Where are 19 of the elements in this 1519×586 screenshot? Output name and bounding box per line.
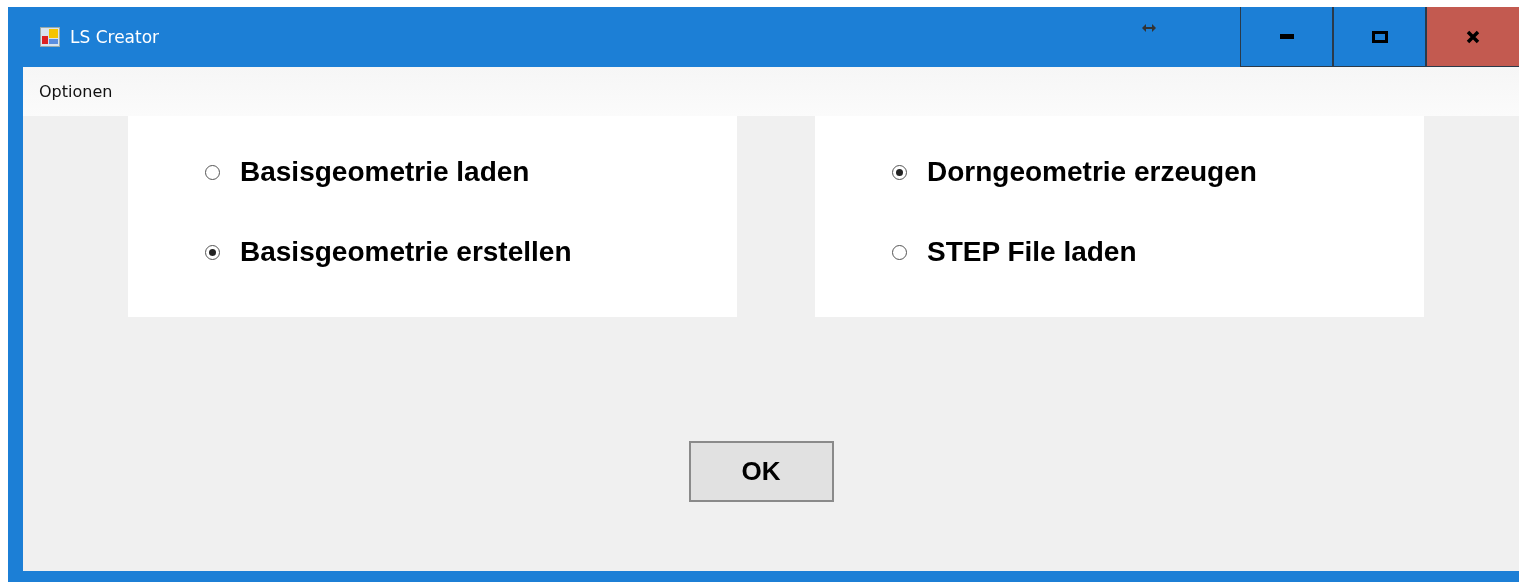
close-icon <box>1466 29 1480 44</box>
maximize-icon <box>1371 30 1388 43</box>
resize-cursor-icon <box>1142 24 1156 32</box>
radio-button[interactable] <box>205 244 220 260</box>
app-icon <box>40 27 60 47</box>
maximize-button[interactable] <box>1333 7 1426 67</box>
radio-label[interactable]: STEP File laden <box>927 236 1137 268</box>
ok-button[interactable]: OK <box>688 441 834 502</box>
radio-button[interactable] <box>892 164 907 180</box>
radio-label[interactable]: Basisgeometrie laden <box>240 156 530 188</box>
close-button[interactable] <box>1426 7 1519 67</box>
minimize-icon <box>1279 34 1294 39</box>
radio-label[interactable]: Basisgeometrie erstellen <box>240 236 572 268</box>
radio-button[interactable] <box>892 244 907 260</box>
menu-item[interactable]: Optionen <box>31 82 121 101</box>
radio-button[interactable] <box>205 164 220 180</box>
window-title: LS Creator <box>70 27 160 47</box>
minimize-button[interactable] <box>1240 7 1333 67</box>
radio-label[interactable]: Dorngeometrie erzeugen <box>927 156 1257 188</box>
